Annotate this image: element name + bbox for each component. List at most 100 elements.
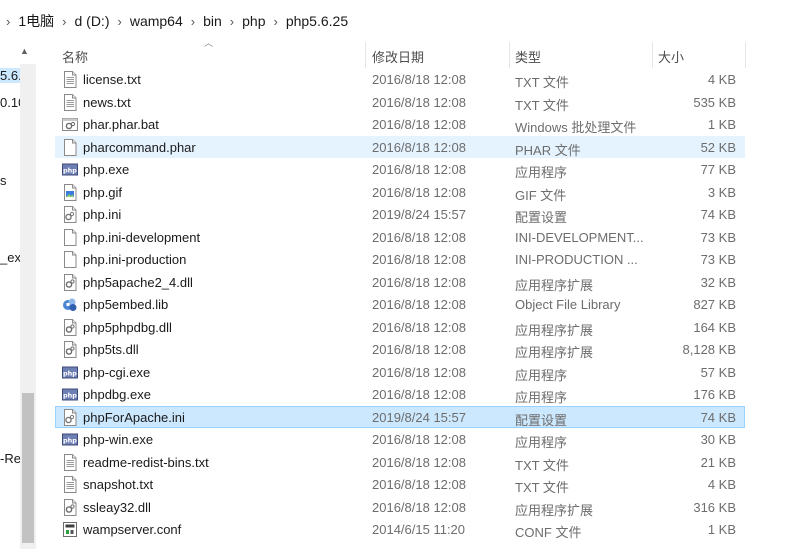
file-modified-date: 2016/8/18 12:08 bbox=[372, 72, 466, 87]
file-name: phar.phar.bat bbox=[83, 117, 159, 132]
scroll-up-arrow-icon[interactable]: ▲ bbox=[20, 46, 29, 56]
nav-item-re[interactable]: -Re bbox=[0, 451, 21, 466]
dll-file-icon bbox=[62, 498, 78, 516]
file-type: GIF 文件 bbox=[515, 187, 567, 203]
breadcrumb-item[interactable]: bin bbox=[203, 13, 222, 29]
svg-text:php: php bbox=[63, 369, 77, 377]
column-divider[interactable] bbox=[365, 42, 366, 68]
column-header-row: ︿ 名称 修改日期 类型 大小 bbox=[56, 38, 746, 70]
file-list: ︿ 名称 修改日期 类型 大小 license.txt 2016/8/18 12:… bbox=[38, 38, 800, 549]
file-row[interactable]: php5apache2_4.dll 2016/8/18 12:08 应用程序扩展 32… bbox=[55, 271, 745, 293]
file-type: Object File Library bbox=[515, 297, 621, 312]
breadcrumb-item[interactable]: php bbox=[242, 13, 265, 29]
file-row[interactable]: php5ts.dll 2016/8/18 12:08 应用程序扩展 8,128 KB bbox=[55, 338, 745, 360]
file-modified-date: 2016/8/18 12:08 bbox=[372, 477, 466, 492]
file-size: 21 KB bbox=[700, 454, 736, 470]
file-type: 应用程序扩展 bbox=[515, 345, 594, 360]
file-size: 57 KB bbox=[700, 364, 736, 380]
file-size: 827 KB bbox=[693, 297, 736, 312]
file-row[interactable]: php.ini-development 2016/8/18 12:08 INI-DE… bbox=[55, 226, 745, 248]
nav-item-label: s bbox=[0, 173, 7, 188]
file-row[interactable]: php5phpdbg.dll 2016/8/18 12:08 应用程序扩展 164 K… bbox=[55, 316, 745, 338]
file-type: 应用程序扩展 bbox=[515, 277, 594, 293]
column-header-name[interactable]: 名称 bbox=[62, 47, 88, 66]
file-modified-date: 2016/8/18 12:08 bbox=[372, 274, 466, 290]
file-type: TXT 文件 bbox=[515, 457, 569, 473]
file-modified-date: 2014/6/15 11:20 bbox=[372, 522, 466, 537]
file-size: 535 KB bbox=[693, 94, 736, 110]
blank-file-icon bbox=[62, 228, 78, 246]
file-row[interactable]: phar.phar.bat 2016/8/18 12:08 Windows 批处理文… bbox=[55, 113, 745, 135]
file-modified-date: 2019/8/24 15:57 bbox=[372, 409, 466, 425]
blank-file-icon bbox=[62, 138, 78, 156]
breadcrumb-item[interactable]: d (D:) bbox=[74, 13, 109, 29]
file-row[interactable]: license.txt 2016/8/18 12:08 TXT 文件 4 KB bbox=[55, 68, 745, 90]
breadcrumb-separator-icon[interactable]: › bbox=[273, 14, 277, 29]
breadcrumb-separator-icon[interactable]: › bbox=[62, 14, 66, 29]
file-name: php.ini-development bbox=[83, 229, 201, 245]
file-row[interactable]: php php-win.exe 2016/8/18 12:08 应用程序 30 KB bbox=[55, 428, 745, 450]
file-row[interactable]: pharcommand.phar 2016/8/18 12:08 PHAR 文件 52… bbox=[55, 135, 745, 158]
breadcrumb-item[interactable]: wamp64 bbox=[130, 13, 183, 29]
file-size: 164 KB bbox=[693, 319, 736, 335]
file-type: INI-DEVELOPMENT... bbox=[515, 229, 644, 245]
dll-file-icon bbox=[62, 318, 78, 336]
column-header-date[interactable]: 修改日期 bbox=[372, 47, 424, 66]
file-name: php5embed.lib bbox=[83, 297, 169, 312]
file-modified-date: 2016/8/18 12:08 bbox=[372, 454, 466, 470]
file-type: CONF 文件 bbox=[515, 525, 582, 540]
file-row[interactable]: wampserver.conf 2014/6/15 11:20 CONF 文件 1 K… bbox=[55, 518, 745, 540]
file-row[interactable]: php phpdbg.exe 2016/8/18 12:08 应用程序 176 KB bbox=[55, 383, 745, 405]
blank-file-icon bbox=[62, 251, 78, 268]
file-size: 30 KB bbox=[700, 432, 736, 447]
column-divider[interactable] bbox=[509, 42, 510, 68]
file-size: 8,128 KB bbox=[682, 342, 737, 357]
column-divider[interactable] bbox=[745, 42, 746, 68]
file-row[interactable]: ssleay32.dll 2016/8/18 12:08 应用程序扩展 316 KB bbox=[55, 496, 745, 518]
breadcrumb-item[interactable]: php5.6.25 bbox=[286, 13, 348, 29]
address-bar[interactable]: › 1电脑 › d (D:) › wamp64 › bin › php › php5.6.25 bbox=[0, 0, 800, 39]
file-type: Windows 批处理文件 bbox=[515, 120, 637, 135]
breadcrumb-separator-icon[interactable]: › bbox=[230, 14, 234, 29]
file-row[interactable]: php php-cgi.exe 2016/8/18 12:08 应用程序 57 KB bbox=[55, 361, 745, 383]
file-row[interactable]: readme-redist-bins.txt 2016/8/18 12:08 TXT… bbox=[55, 451, 745, 473]
column-divider[interactable] bbox=[652, 42, 653, 68]
breadcrumb-separator-icon[interactable]: › bbox=[117, 14, 121, 29]
file-row[interactable]: php5embed.lib 2016/8/18 12:08 Object File … bbox=[55, 293, 745, 315]
svg-text:php: php bbox=[63, 437, 77, 445]
config-file-icon bbox=[62, 206, 78, 223]
file-row[interactable]: news.txt 2016/8/18 12:08 TXT 文件 535 KB bbox=[55, 91, 745, 113]
file-row[interactable]: php.ini-production 2016/8/18 12:08 INI-PRO… bbox=[55, 248, 745, 270]
file-modified-date: 2016/8/18 12:08 bbox=[372, 364, 466, 380]
file-modified-date: 2019/8/24 15:57 bbox=[372, 207, 466, 222]
file-name: php-cgi.exe bbox=[83, 364, 151, 380]
column-header-size[interactable]: 大小 bbox=[658, 47, 684, 66]
file-row[interactable]: snapshot.txt 2016/8/18 12:08 TXT 文件 4 KB bbox=[55, 473, 745, 495]
nav-scrollbar-thumb[interactable] bbox=[22, 393, 34, 543]
file-modified-date: 2016/8/18 12:08 bbox=[372, 162, 466, 177]
file-name: php5phpdbg.dll bbox=[83, 319, 172, 335]
breadcrumb-item[interactable]: 1电脑 bbox=[18, 11, 54, 31]
breadcrumb-separator-icon[interactable]: › bbox=[191, 14, 195, 29]
breadcrumb-separator-icon[interactable]: › bbox=[6, 14, 10, 29]
file-modified-date: 2016/8/18 12:08 bbox=[372, 94, 466, 110]
file-row[interactable]: phpForApache.ini 2019/8/24 15:57 配置设置 74 KB bbox=[55, 405, 745, 428]
file-row[interactable]: php.ini 2019/8/24 15:57 配置设置 74 KB bbox=[55, 203, 745, 225]
column-header-type[interactable]: 类型 bbox=[515, 47, 541, 66]
php-exe-icon: php bbox=[62, 431, 78, 448]
file-type: 应用程序扩展 bbox=[515, 322, 594, 338]
nav-item-s[interactable]: s bbox=[0, 173, 7, 188]
file-type: 应用程序 bbox=[515, 435, 568, 450]
nav-item-php5625[interactable]: 5.6.25 bbox=[0, 68, 36, 83]
file-row[interactable]: php.gif 2016/8/18 12:08 GIF 文件 3 KB bbox=[55, 181, 745, 203]
file-row[interactable]: php php.exe 2016/8/18 12:08 应用程序 77 KB bbox=[55, 158, 745, 180]
file-type: 配置设置 bbox=[515, 210, 568, 225]
file-modified-date: 2016/8/18 12:08 bbox=[372, 297, 466, 312]
file-size: 316 KB bbox=[693, 499, 736, 515]
file-size: 3 KB bbox=[707, 184, 736, 200]
svg-text:php: php bbox=[63, 392, 77, 400]
file-size: 176 KB bbox=[693, 387, 736, 402]
navigation-pane[interactable]: 5.6.25 0.10 s _ext -Re ▲ bbox=[0, 38, 38, 549]
file-name: php5ts.dll bbox=[83, 342, 139, 357]
file-type: 应用程序 bbox=[515, 390, 568, 405]
